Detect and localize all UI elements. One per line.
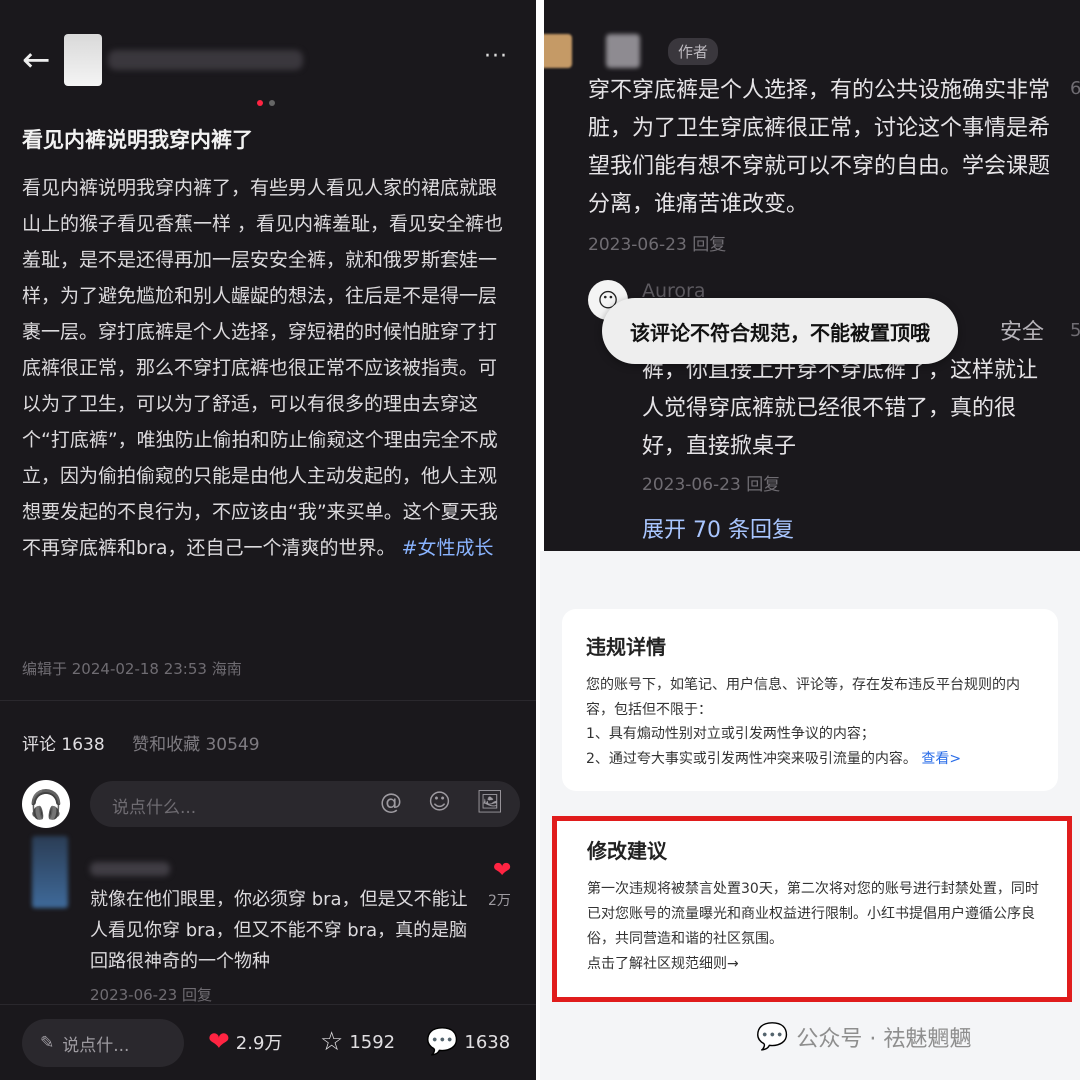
comments-count-label: 评论 1638 (22, 735, 105, 755)
author-badge: 作者 (668, 38, 719, 65)
violation-body: 您的账号下，如笔记、用户信息、评论等，存在发布违反平台规则的内容，包括但不限于：… (586, 673, 1042, 771)
post-stats: 评论 1638 赞和收藏 30549 (22, 730, 260, 755)
divider (0, 700, 536, 701)
author-reply-text: 穿不穿底裤是个人选择，有的公共设施确实非常脏，为了卫生穿底裤很正常，讨论这个事情… (588, 78, 1051, 217)
reply-like-count: 6 (1070, 78, 1080, 99)
aurora-reply-rest: 裤，你直接上升穿不穿底裤了，这样就让人觉得穿底裤就已经很不错了，真的很好，直接掀… (642, 358, 1039, 459)
reply-like-count: 5 (1070, 320, 1080, 341)
comment-like-heart-icon[interactable]: ❤ (493, 858, 511, 883)
commenter-name-blurred (90, 862, 170, 876)
comment-input[interactable]: 说点什么... @ ☺ 🖼 (90, 781, 520, 827)
bottom-action-bar: ✎ 说点什... ❤ 2.9万 ☆ 1592 💬 1638 (0, 1004, 536, 1080)
collect-count: 1592 (349, 1031, 396, 1053)
watermark: 💬 公众号 · 祛魅魍魉 (756, 1021, 971, 1053)
chat-bubble-icon: 💬 (426, 1027, 459, 1057)
current-user-avatar: 🎧 (22, 780, 70, 828)
edit-timestamp: 编辑于 2024-02-18 23:53 海南 (22, 660, 242, 678)
violation-item: 2、通过夸大事实或引发两性冲突来吸引流量的内容。 (586, 750, 917, 767)
say-something-button[interactable]: ✎ 说点什... (22, 1019, 184, 1067)
advice-title: 修改建议 (587, 839, 667, 863)
say-label: 说点什... (62, 1035, 130, 1056)
comment-button[interactable]: 💬 1638 (426, 1027, 510, 1057)
violation-description: 您的账号下，如笔记、用户信息、评论等，存在发布违反平台规则的内容，包括但不限于： (586, 677, 1020, 718)
more-options-icon[interactable]: ··· (484, 44, 508, 69)
likes-favs-label: 赞和收藏 30549 (132, 735, 260, 755)
post-body: 看见内裤说明我穿内裤了，有些男人看见人家的裙底就跟山上的猴子看见香蕉一样 ，看见… (22, 170, 514, 566)
mention-icon[interactable]: @ (380, 790, 402, 815)
aurora-reply-date[interactable]: 2023-06-23 回复 (642, 470, 780, 495)
user-avatar-blurred (606, 34, 640, 68)
comment-count: 1638 (464, 1031, 511, 1053)
like-button[interactable]: ❤ 2.9万 (208, 1027, 282, 1057)
violation-notice-panel: 违规详情 您的账号下，如笔记、用户信息、评论等，存在发布违反平台规则的内容，包括… (540, 551, 1080, 1080)
post-title: 看见内裤说明我穿内裤了 (22, 128, 253, 152)
comment-text: 就像在他们眼里，你必须穿 bra，但是又不能让人看见你穿 bra，但又不能不穿 … (90, 889, 468, 972)
advice-text: 第一次违规将被禁言处置30天，第二次将对您的账号进行封禁处置，同时已对您账号的流… (587, 881, 1039, 947)
collect-button[interactable]: ☆ 1592 (320, 1027, 395, 1057)
star-icon: ☆ (320, 1027, 344, 1057)
comment-thread-panel: 作者 穿不穿底裤是个人选择，有的公共设施确实非常脏，为了卫生穿底裤很正常，讨论这… (544, 0, 1080, 551)
watermark-text: 公众号 · 祛魅魍魉 (796, 1027, 972, 1052)
pin-error-toast: 该评论不符合规范，不能被置顶哦 (602, 298, 958, 364)
comment-placeholder: 说点什么... (112, 798, 197, 818)
image-pager-dots (257, 100, 275, 106)
back-icon[interactable]: ← (22, 42, 51, 78)
post-tag[interactable]: #女性成长 (402, 537, 494, 559)
comment-date[interactable]: 2023-06-23 回复 (90, 984, 212, 1005)
author-reply-date[interactable]: 2023-06-23 回复 (588, 230, 726, 255)
expand-replies-link[interactable]: 展开 70 条回复 (642, 512, 794, 544)
community-rules-link[interactable]: 点击了解社区规范细则→ (587, 952, 1047, 977)
pencil-icon: ✎ (40, 1033, 55, 1053)
advice-body: 第一次违规将被禁言处置30天，第二次将对您的账号进行封禁处置，同时已对您账号的流… (587, 877, 1047, 977)
violation-item-row: 2、通过夸大事实或引发两性冲突来吸引流量的内容。 查看> (586, 747, 1042, 772)
like-count: 2.9万 (235, 1033, 283, 1054)
violation-title: 违规详情 (586, 635, 666, 659)
author-name-blurred (108, 50, 303, 70)
post-panel: ← ··· 看见内裤说明我穿内裤了 看见内裤说明我穿内裤了，有些男人看见人家的裙… (0, 0, 536, 1080)
heart-icon: ❤ (208, 1027, 230, 1057)
post-body-text: 看见内裤说明我穿内裤了，有些男人看见人家的裙底就跟山上的猴子看见香蕉一样 ，看见… (22, 177, 504, 559)
violation-item: 1、具有煽动性别对立或引发两性争议的内容； (586, 726, 875, 742)
violation-details-card: 违规详情 您的账号下，如笔记、用户信息、评论等，存在发布违反平台规则的内容，包括… (562, 609, 1058, 791)
commenter-avatar[interactable] (32, 836, 68, 908)
view-details-link[interactable]: 查看> (921, 751, 961, 767)
comment-like-count: 2万 (488, 893, 511, 909)
emoji-icon[interactable]: ☺ (428, 790, 451, 815)
wechat-icon: 💬 (756, 1022, 789, 1052)
modification-advice-card: 修改建议 第一次违规将被禁言处置30天，第二次将对您的账号进行封禁处置，同时已对… (552, 816, 1072, 1002)
author-avatar[interactable] (64, 34, 102, 86)
user-avatar-blurred (544, 34, 572, 68)
image-icon[interactable]: 🖼 (476, 790, 504, 815)
